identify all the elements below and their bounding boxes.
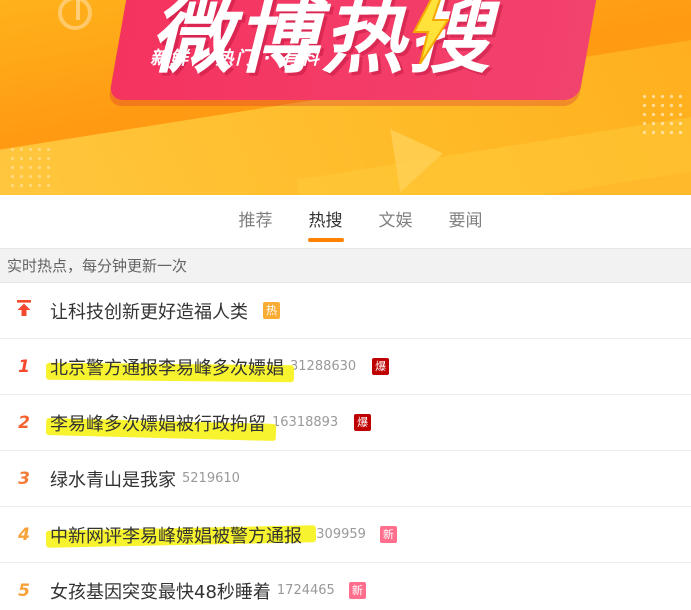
rank-number: 5: [18, 580, 30, 601]
rank-number: 2: [18, 412, 30, 433]
hot-search-list: 让科技创新更好造福人类 热 1 北京警方通报李易峰多次嫖娼 31288630 爆…: [0, 283, 691, 610]
banner-slogan: 新鲜 · 热门 · 有料: [150, 48, 321, 69]
hot-search-banner: 微博热搜 新鲜 · 热门 · 有料: [0, 0, 691, 195]
explosive-badge: 爆: [354, 414, 372, 431]
explosive-badge: 爆: [372, 358, 390, 375]
tab-entertainment[interactable]: 文娱: [361, 195, 431, 248]
heat-count: 1724465: [276, 583, 335, 598]
hot-badge: 热: [263, 302, 280, 319]
heat-count: 16318893: [272, 415, 339, 430]
list-item[interactable]: 5 女孩基因突变最快48秒睡着 1724465 新: [0, 563, 691, 610]
banner-dots-decoration: [8, 145, 54, 191]
list-item[interactable]: 2 李易峰多次嫖娼被行政拘留 16318893 爆: [0, 395, 691, 451]
list-item[interactable]: 让科技创新更好造福人类 热: [0, 283, 691, 339]
list-item[interactable]: 1 北京警方通报李易峰多次嫖娼 31288630 爆: [0, 339, 691, 395]
realtime-info-bar: 实时热点，每分钟更新一次: [0, 248, 691, 283]
heat-count: 4309959: [308, 527, 366, 542]
rank-number: 1: [18, 356, 30, 377]
item-title[interactable]: 中新网评李易峰嫖娼被警方通报: [45, 522, 317, 548]
heat-count: 31288630: [290, 359, 357, 374]
lightning-icon: [412, 0, 450, 64]
item-title-text: 李易峰多次嫖娼被行政拘留: [50, 413, 266, 435]
tab-bar: 推荐 热搜 文娱 要闻: [0, 195, 691, 248]
banner-ring-stem: [76, 0, 80, 20]
list-item[interactable]: 3 绿水青山是我家 5219610: [0, 451, 691, 507]
tab-hot-search[interactable]: 热搜: [291, 195, 361, 248]
pin-top-icon: [17, 300, 31, 316]
banner-arrow-decoration: [390, 121, 448, 193]
item-title[interactable]: 北京警方通报李易峰多次嫖娼: [45, 354, 295, 382]
rank-number: 4: [18, 524, 30, 545]
rank-number: 3: [18, 468, 30, 489]
item-title-text: 中新网评李易峰嫖娼被警方通报: [50, 525, 302, 547]
item-title-text: 北京警方通报李易峰多次嫖娼: [50, 357, 284, 379]
item-title[interactable]: 李易峰多次嫖娼被行政拘留: [45, 410, 277, 441]
tab-news[interactable]: 要闻: [431, 195, 501, 248]
item-title[interactable]: 女孩基因突变最快48秒睡着: [50, 578, 271, 604]
item-title[interactable]: 绿水青山是我家: [50, 466, 176, 492]
item-title[interactable]: 让科技创新更好造福人类: [50, 298, 248, 324]
banner-dots-decoration: [640, 92, 686, 138]
tab-recommend[interactable]: 推荐: [221, 195, 291, 248]
new-badge: 新: [348, 582, 366, 599]
rank-cell: [0, 299, 48, 322]
new-badge: 新: [379, 526, 397, 543]
list-item[interactable]: 4 中新网评李易峰嫖娼被警方通报 4309959 新: [0, 507, 691, 563]
banner-ring-decoration: [58, 0, 92, 30]
heat-count: 5219610: [182, 471, 240, 486]
